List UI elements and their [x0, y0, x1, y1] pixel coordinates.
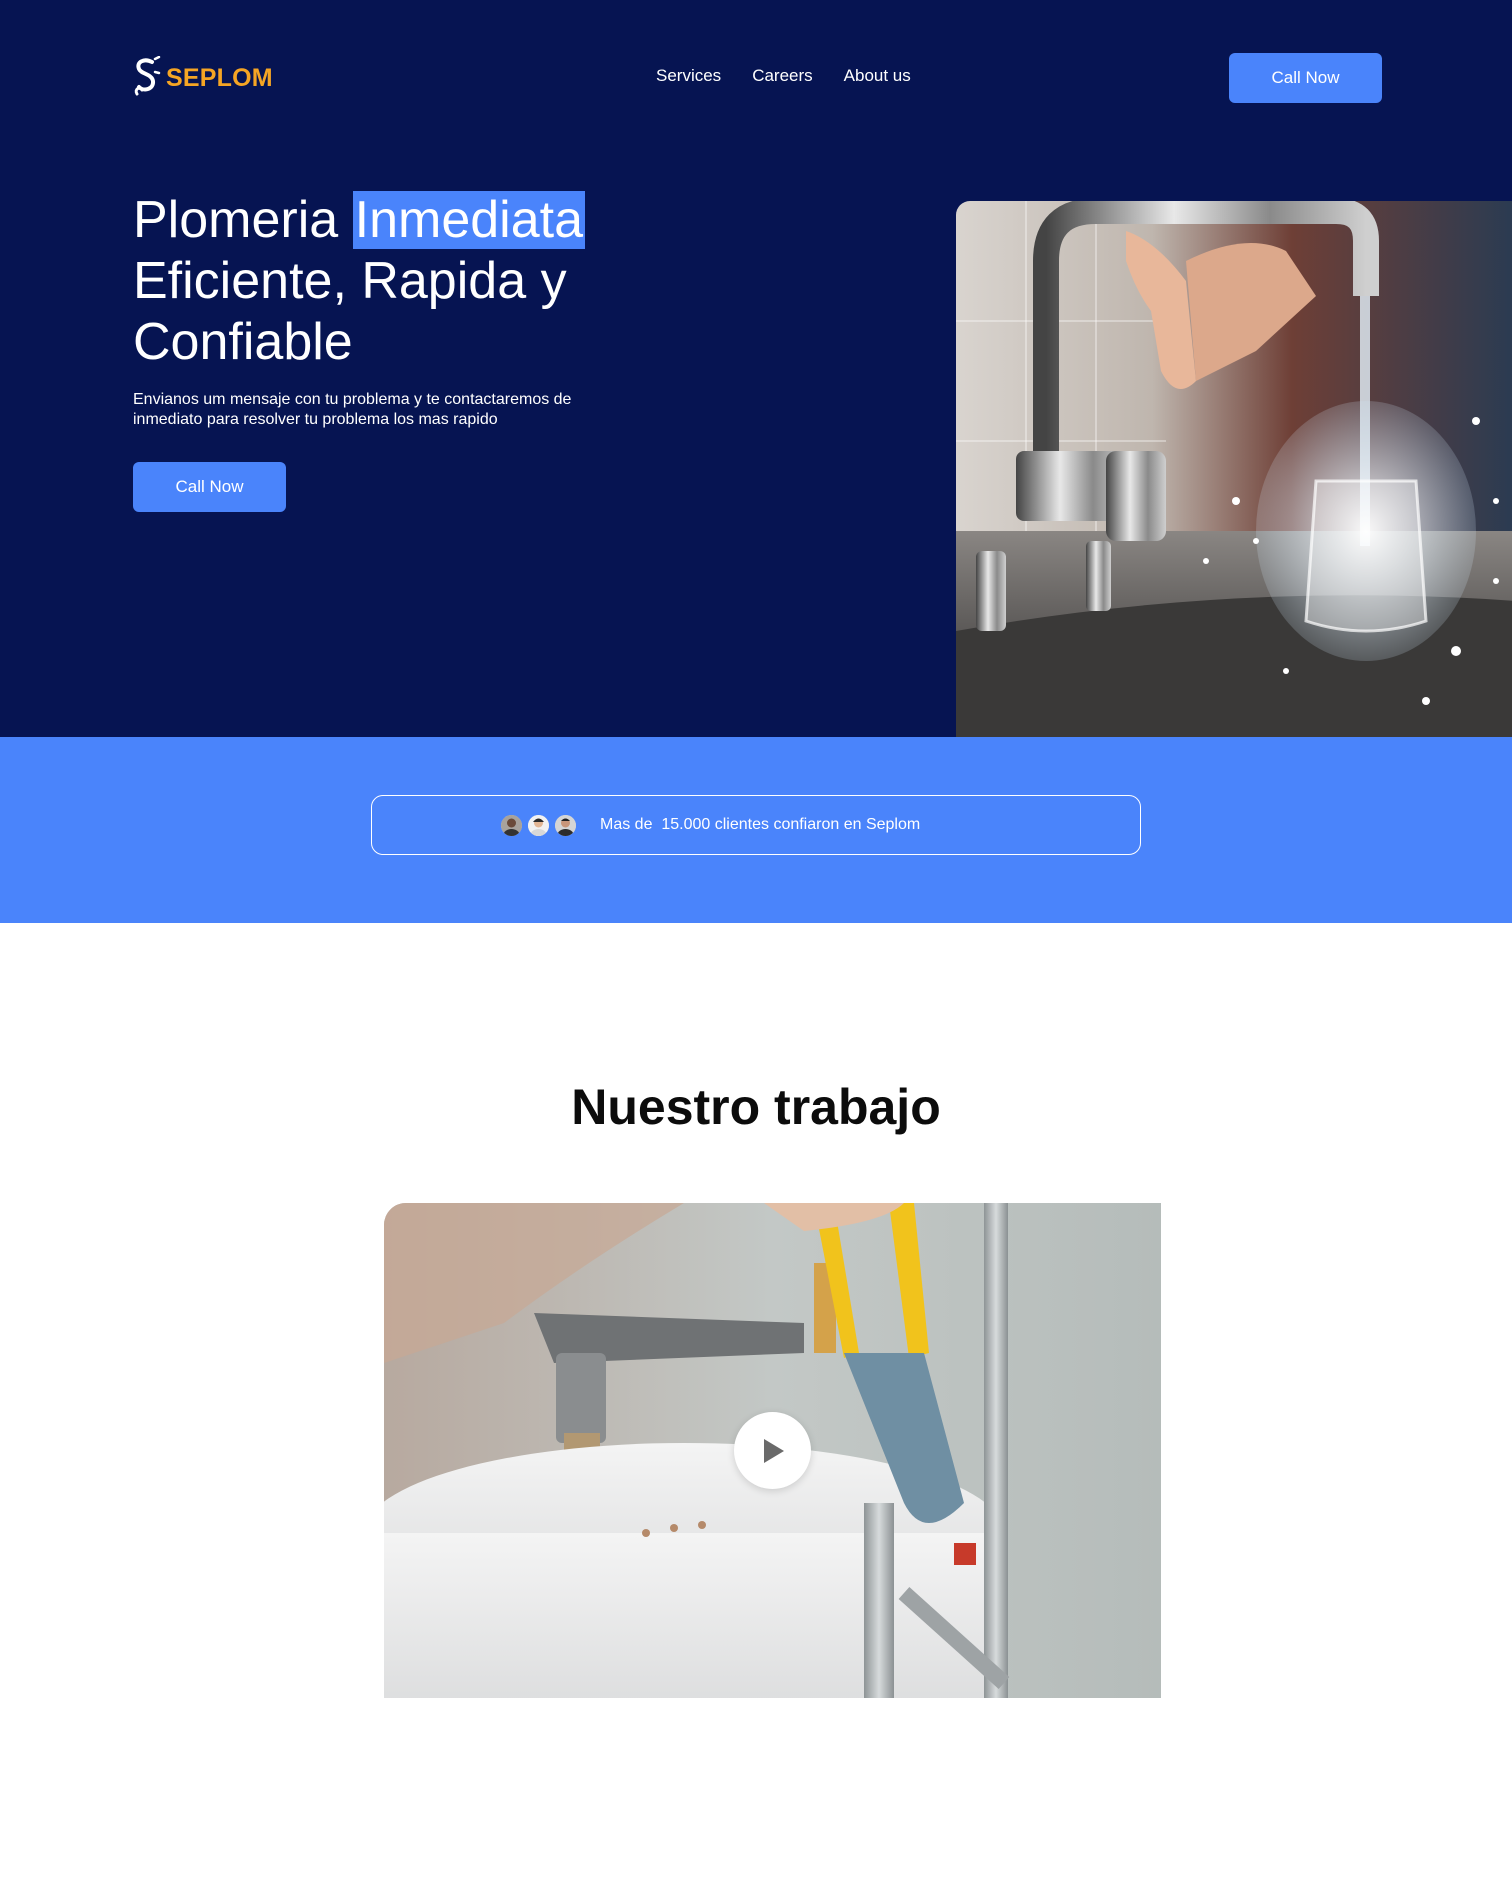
logo-text: SEPLOM	[166, 63, 273, 92]
nav-link-services[interactable]: Services	[656, 66, 721, 86]
work-video[interactable]	[384, 1203, 1161, 1698]
hero-subtitle: Envianos um mensaje con tu problema y te…	[133, 391, 572, 428]
hero-title-part2: Eficiente, Rapida y Confiable	[133, 252, 567, 371]
hero-title: Plomeria Inmediata Eficiente, Rapida y Co…	[133, 190, 653, 373]
hero-title-highlight: Inmediata	[352, 191, 586, 249]
trust-band: Mas de 15.000 clientes confiaron en Sepl…	[0, 737, 1512, 923]
hero-faucet-image	[956, 201, 1512, 737]
header-call-now-button[interactable]: Call Now	[1229, 53, 1382, 103]
nav-link-about-us[interactable]: About us	[844, 66, 911, 86]
logo[interactable]: SEPLOM	[130, 56, 273, 100]
avatar	[553, 813, 578, 838]
client-avatars	[499, 813, 580, 838]
hero-section: SEPLOM Services Careers About us Call No…	[0, 0, 1512, 737]
nav-link-careers[interactable]: Careers	[752, 66, 812, 86]
clients-trust-text: Mas de 15.000 clientes confiaron en Sepl…	[600, 816, 921, 833]
work-section-title: Nuestro trabajo	[571, 1079, 941, 1135]
play-icon	[763, 1438, 784, 1463]
hero-call-now-button[interactable]: Call Now	[133, 462, 286, 512]
main-nav: Services Careers About us	[656, 66, 911, 86]
avatar	[526, 813, 551, 838]
hero-title-part1: Plomeria	[133, 191, 353, 249]
play-button[interactable]	[734, 1412, 811, 1489]
avatar	[499, 813, 524, 838]
seplom-logo-icon	[134, 56, 161, 96]
clients-trust-badge: Mas de 15.000 clientes confiaron en Sepl…	[371, 795, 1141, 855]
